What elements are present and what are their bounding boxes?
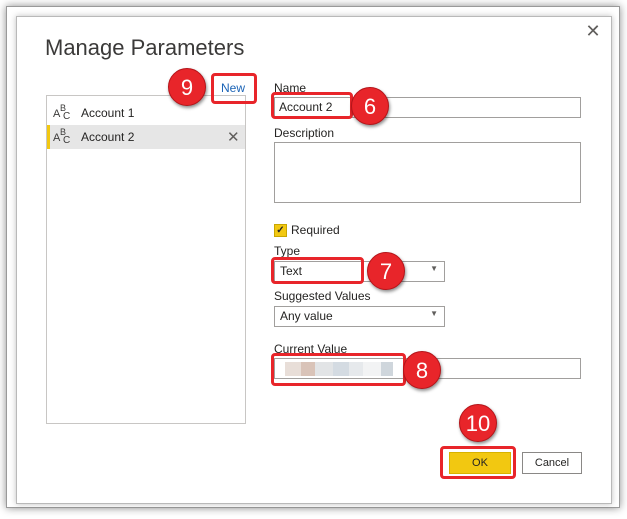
dialog-title: Manage Parameters <box>45 35 245 60</box>
required-checkbox[interactable]: ✓ <box>274 224 287 237</box>
callout-badge-8: 8 <box>403 351 441 389</box>
description-input[interactable] <box>274 142 581 203</box>
list-item-account-1[interactable]: ABC Account 1 <box>47 101 245 125</box>
callout-badge-9: 9 <box>168 68 206 106</box>
cancel-button[interactable]: Cancel <box>522 452 582 474</box>
list-item-label: Account 1 <box>81 106 135 120</box>
callout-box-ok <box>440 446 516 479</box>
chevron-down-icon: ▼ <box>430 309 438 318</box>
required-label: Required <box>291 223 340 237</box>
list-item-account-2[interactable]: ABC Account 2 ✕ <box>47 125 245 149</box>
callout-box-current-value <box>271 353 406 386</box>
suggested-values-select[interactable]: Any value ▼ <box>274 306 445 327</box>
abc-text-icon: ABC <box>53 127 71 146</box>
list-item-label: Account 2 <box>81 130 135 144</box>
description-label: Description <box>274 126 335 140</box>
chevron-down-icon: ▼ <box>430 264 438 273</box>
callout-badge-7: 7 <box>367 252 405 290</box>
callout-badge-6: 6 <box>351 87 389 125</box>
suggested-values-select-value: Any value <box>280 309 333 323</box>
close-icon[interactable]: ✕ <box>583 21 603 41</box>
suggested-values-label: Suggested Values <box>274 289 371 303</box>
parameter-list: ABC Account 1 ABC Account 2 ✕ <box>46 95 246 424</box>
callout-badge-10: 10 <box>459 404 497 442</box>
delete-icon[interactable]: ✕ <box>227 128 240 146</box>
callout-box-type <box>271 257 364 284</box>
callout-box-name <box>271 92 353 119</box>
type-label: Type <box>274 244 301 258</box>
callout-box-new <box>211 73 257 104</box>
abc-text-icon: ABC <box>53 103 71 122</box>
